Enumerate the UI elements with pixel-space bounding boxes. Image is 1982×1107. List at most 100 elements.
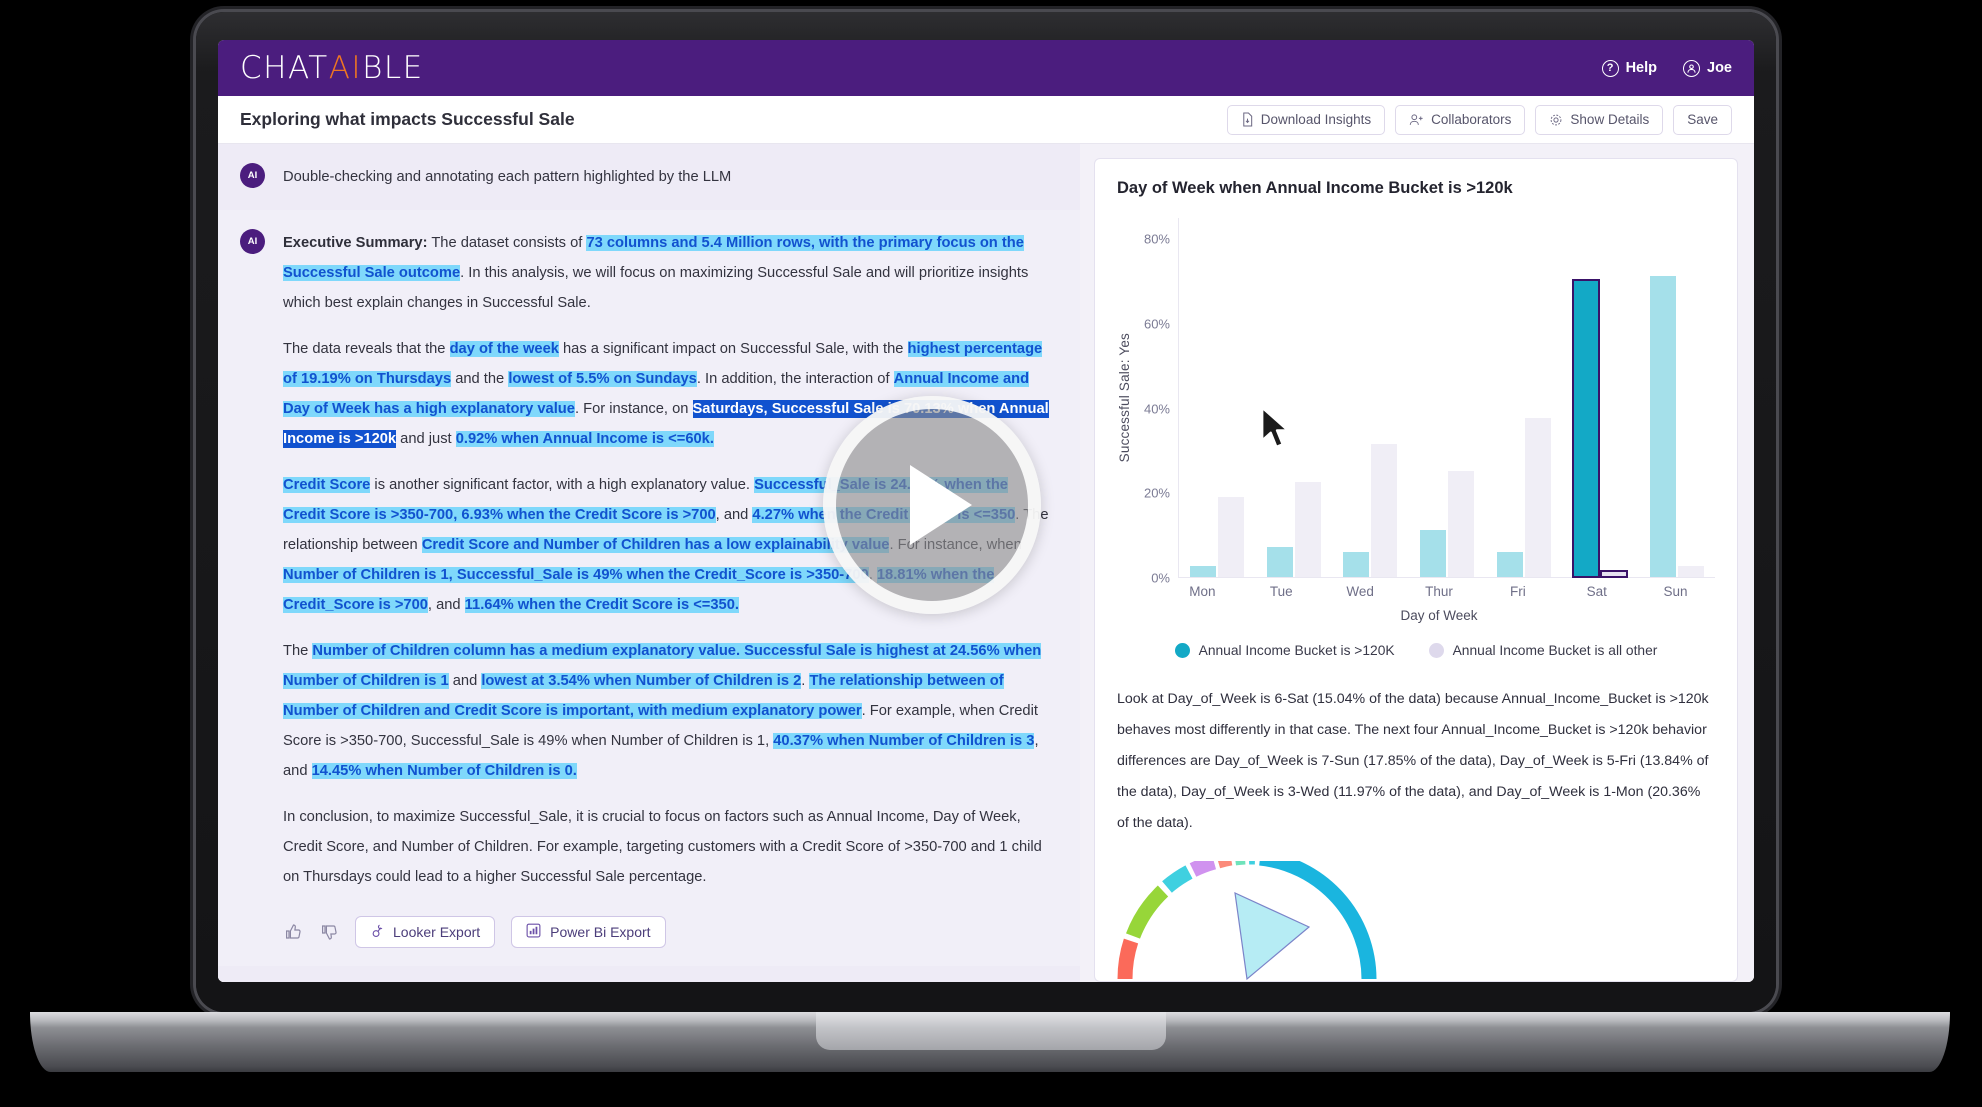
bar-all-other[interactable] xyxy=(1371,443,1398,577)
gauge-chart-preview[interactable] xyxy=(1117,861,1715,981)
visualization-panel: Day of Week when Annual Income Bucket is… xyxy=(1080,144,1754,982)
executive-summary-lead: Executive Summary: xyxy=(283,235,428,251)
bar-all-other[interactable] xyxy=(1447,471,1474,577)
chart-legend: Annual Income Bucket is >120K Annual Inc… xyxy=(1117,643,1715,658)
y-tick-label: 80% xyxy=(1143,231,1170,247)
legend-item-all-other[interactable]: Annual Income Bucket is all other xyxy=(1428,643,1658,658)
bar-group[interactable] xyxy=(1562,218,1639,579)
laptop-hinge xyxy=(816,1012,1166,1050)
bar-all-other[interactable] xyxy=(1524,418,1551,577)
laptop-screen: CHAT AI BLE ? Help Joe Exploring what im… xyxy=(218,40,1754,982)
bar-high-income[interactable] xyxy=(1419,530,1446,577)
bar-all-other[interactable] xyxy=(1600,569,1629,579)
logo-text-part2: BLE xyxy=(362,50,424,86)
x-tick-label: Thur xyxy=(1425,584,1453,599)
bar-group[interactable] xyxy=(1332,218,1409,577)
chat-message-user-question: AS Tell me how to increase sales for 21-… xyxy=(218,966,1080,982)
page-title: Exploring what impacts Successful Sale xyxy=(240,109,575,129)
bar-group[interactable] xyxy=(1179,218,1256,577)
bar-high-income[interactable] xyxy=(1343,551,1370,577)
x-axis-ticks: Mon Tue Wed Thur Fri Sat Sun xyxy=(1163,578,1715,606)
x-tick-label: Fri xyxy=(1509,584,1526,599)
x-tick-label: Wed xyxy=(1346,584,1374,599)
bar-group[interactable] xyxy=(1256,218,1333,577)
bar-all-other[interactable] xyxy=(1218,496,1245,577)
logo-text-part1: CHAT xyxy=(240,50,329,86)
bar-high-income[interactable] xyxy=(1266,547,1293,577)
chart-explanation-text: Look at Day_of_Week is 6-Sat (15.04% of … xyxy=(1117,691,1709,831)
brand-actions: ? Help Joe xyxy=(1601,59,1732,77)
show-details-label: Show Details xyxy=(1570,112,1650,127)
brand-header: CHAT AI BLE ? Help Joe xyxy=(218,40,1754,96)
bar-high-income[interactable] xyxy=(1649,276,1676,577)
powerbi-export-label: Power Bi Export xyxy=(550,924,651,940)
bar-chart-icon xyxy=(526,923,541,941)
looker-icon xyxy=(370,923,384,941)
bar-group[interactable] xyxy=(1638,218,1715,577)
user-circle-icon xyxy=(1683,59,1700,77)
y-tick-label: 60% xyxy=(1143,316,1170,332)
gauge-icon xyxy=(1117,861,1377,981)
y-axis-ticks: 0% 20% 40% 60% 80% xyxy=(1136,218,1178,586)
save-label: Save xyxy=(1687,112,1718,127)
legend-label: Annual Income Bucket is >120K xyxy=(1198,643,1395,658)
feedback-row: Looker Export Power Bi Export xyxy=(283,908,1054,948)
bar-high-income[interactable] xyxy=(1190,566,1217,577)
play-button-overlay[interactable] xyxy=(823,396,1041,614)
title-actions: Download Insights Collaborators Show Det… xyxy=(1226,104,1732,135)
legend-swatch-icon xyxy=(1428,643,1444,658)
gear-icon xyxy=(1549,113,1563,127)
y-tick-label: 40% xyxy=(1143,401,1170,417)
legend-item-high-income[interactable]: Annual Income Bucket is >120K xyxy=(1174,643,1395,658)
document-download-icon xyxy=(1241,112,1254,127)
user-menu[interactable]: Joe xyxy=(1683,59,1732,77)
y-tick-label: 20% xyxy=(1143,485,1170,501)
chart-title: Day of Week when Annual Income Bucket is… xyxy=(1117,179,1513,197)
chart-card: Day of Week when Annual Income Bucket is… xyxy=(1094,158,1738,982)
collaborators-button[interactable]: Collaborators xyxy=(1395,104,1526,135)
legend-label: Annual Income Bucket is all other xyxy=(1452,643,1658,658)
bar-all-other[interactable] xyxy=(1294,481,1321,577)
x-tick-label: Sun xyxy=(1663,584,1688,599)
paragraph-4: The Number of Children column has a medi… xyxy=(283,643,1042,779)
bar-high-income[interactable] xyxy=(1496,551,1523,577)
looker-export-label: Looker Export xyxy=(393,924,481,940)
title-bar: Exploring what impacts Successful Sale D… xyxy=(218,96,1754,144)
user-label: Joe xyxy=(1707,60,1732,76)
x-tick-label: Tue xyxy=(1269,584,1293,599)
y-axis-title: Successful Sale: Yes xyxy=(1117,333,1132,463)
looker-export-button[interactable]: Looker Export xyxy=(355,916,496,948)
save-button[interactable]: Save xyxy=(1673,104,1732,135)
download-insights-button[interactable]: Download Insights xyxy=(1226,104,1386,135)
bar-high-income[interactable] xyxy=(1572,278,1601,579)
plot-wrapper: Successful Sale: Yes 0% 20% 40% 60% 80% xyxy=(1117,218,1715,586)
powerbi-export-button[interactable]: Power Bi Export xyxy=(511,916,666,948)
chataible-logo[interactable]: CHAT AI BLE xyxy=(240,50,424,86)
avatar: AI xyxy=(240,163,265,188)
x-axis-title: Day of Week xyxy=(1400,608,1478,623)
question-circle-icon: ? xyxy=(1601,59,1619,77)
thumbs-down-icon[interactable] xyxy=(319,922,339,942)
chat-message-bot-intro: AI Double-checking and annotating each p… xyxy=(218,144,1080,210)
app-window: CHAT AI BLE ? Help Joe Exploring what im… xyxy=(218,40,1754,982)
paragraph-5: In conclusion, to maximize Successful_Sa… xyxy=(283,809,1042,885)
logo-text-ai: AI xyxy=(328,50,363,86)
paragraph-1: Executive Summary: The dataset consists … xyxy=(283,235,1029,311)
bar-group[interactable] xyxy=(1409,218,1486,577)
help-label: Help xyxy=(1625,60,1657,76)
thumbs-up-icon[interactable] xyxy=(283,922,303,942)
x-tick-label: Sat xyxy=(1586,584,1607,599)
play-triangle-icon xyxy=(910,465,972,545)
laptop-frame: CHAT AI BLE ? Help Joe Exploring what im… xyxy=(196,12,1776,1012)
help-button[interactable]: ? Help xyxy=(1601,59,1657,77)
bar-group[interactable] xyxy=(1485,218,1562,577)
x-tick-label: Mon xyxy=(1189,584,1216,599)
avatar: AI xyxy=(240,229,265,254)
download-insights-label: Download Insights xyxy=(1260,112,1372,127)
plot-area[interactable] xyxy=(1178,218,1715,579)
collaborators-label: Collaborators xyxy=(1431,112,1512,127)
message-text: Double-checking and annotating each patt… xyxy=(283,169,732,185)
bar-all-other[interactable] xyxy=(1677,566,1704,577)
show-details-button[interactable]: Show Details xyxy=(1535,104,1664,135)
add-user-icon xyxy=(1409,113,1424,127)
